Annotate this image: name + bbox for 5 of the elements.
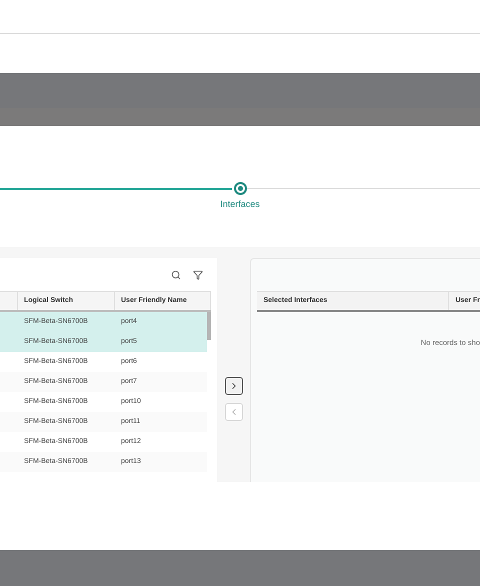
filter-icon[interactable] [192,270,203,280]
step-label: Interfaces [220,198,260,211]
scrollbar[interactable] [207,312,211,340]
search-icon[interactable] [170,270,181,280]
add-button[interactable] [224,377,243,395]
